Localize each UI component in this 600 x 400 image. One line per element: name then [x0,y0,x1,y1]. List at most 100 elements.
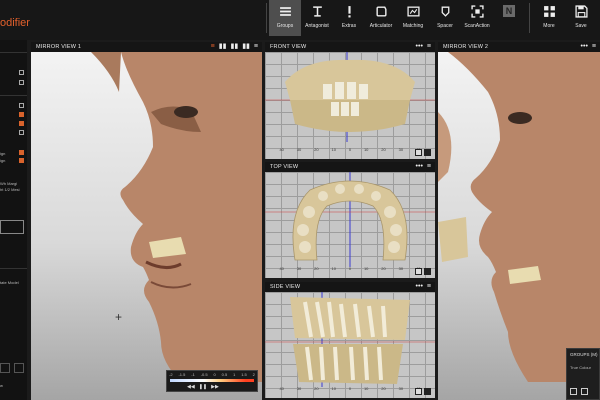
axis-tick: 20 [381,386,386,391]
scale-tick: 0.5 [221,372,228,377]
panel-divider [0,52,27,53]
option-label: ign [0,151,6,156]
dental-arch-top [265,172,435,267]
app-title: odifier [0,17,30,29]
dental-arch-front [265,52,435,142]
menu-icon[interactable]: ≡ [427,163,431,171]
save-icon [574,5,588,18]
option-checkbox-checked[interactable] [19,150,24,155]
more-button[interactable]: More [533,0,565,36]
more-icon[interactable]: ••• [416,43,423,51]
axis-tick: 40 [279,266,284,271]
face-profile-image [91,52,262,382]
antagonist-button[interactable]: Antagonist [301,0,333,36]
option-label: ht 1/2 Mesi [0,187,20,192]
axis-tick: 20 [314,147,319,152]
groups-panel: GROUPS (M) True Colour [566,348,600,400]
side-view[interactable]: SIDE VIEW ••• ≡ 40 30 20 10 0 10 20 30 4… [265,282,435,398]
option-checkbox[interactable] [19,130,24,135]
option-checkbox-checked[interactable] [19,112,24,117]
axis-tick: 10 [363,147,369,152]
menu-icon[interactable]: ≡ [427,283,431,291]
rewind-icon[interactable]: ◀◀ [187,384,195,390]
scale-tick: 0 [213,372,216,377]
axis-tick: 20 [381,266,386,271]
toolbar-right-group: More Save [533,0,600,36]
save-button[interactable]: Save [565,0,597,36]
layout-icon[interactable]: ▮▮ [219,43,227,51]
value-field[interactable] [0,220,24,234]
more-icon[interactable]: ••• [416,163,423,171]
front-view[interactable]: FRONT VIEW ••• ≡ 40 30 20 10 0 10 20 30 … [265,42,435,159]
menu-icon[interactable]: ≡ [427,43,431,51]
group-toggle-icon[interactable] [581,388,588,395]
matching-button[interactable]: Matching [397,0,429,36]
extras-button[interactable]: Extras [333,0,365,36]
viewport-title: MIRROR VIEW 2 [443,44,489,50]
layout-icon[interactable]: ▮▮ [230,43,238,51]
scale-gradient [170,379,254,382]
side-view-render[interactable]: 40 30 20 10 0 10 20 30 40 [265,292,435,398]
small-button[interactable] [14,363,24,373]
axis-tick: 30 [296,266,302,271]
option-checkbox[interactable] [19,70,24,75]
top-view[interactable]: TOP VIEW ••• ≡ 40 30 20 10 0 10 20 30 40 [265,162,435,278]
scale-tick: -0.5 [200,372,208,377]
view-toggle-buttons [415,268,431,275]
viewport-title: TOP VIEW [270,164,299,170]
menu-icon[interactable]: ≡ [592,43,596,51]
forward-icon[interactable]: ▶▶ [211,384,219,390]
n-tool-button[interactable]: N [493,0,525,36]
axis-tick: 30 [398,147,404,152]
left-side-panel: ign ign Wh Margi ht 1/2 Mesi tate Model … [0,40,27,400]
toolbar-separator [266,3,267,33]
articulator-button[interactable]: Articulator [365,0,397,36]
view-toggle-buttons [415,388,431,395]
layout-icon[interactable]: ▮▮ [242,43,250,51]
axis-tick: 20 [314,386,319,391]
viewport-title: MIRROR VIEW 1 [36,44,82,50]
option-checkbox-checked[interactable] [19,158,24,163]
scanaction-button[interactable]: ScanAction [461,0,493,36]
option-checkbox[interactable] [19,103,24,108]
top-view-render[interactable]: 40 30 20 10 0 10 20 30 40 [265,172,435,278]
viewport-title: SIDE VIEW [270,284,301,290]
viewport-header: MIRROR VIEW 2 ••• ≡ [438,42,600,52]
view-toggle-button[interactable] [424,149,431,156]
groups-title: GROUPS (M) [570,352,598,357]
pause-icon[interactable]: ❚❚ [199,384,207,390]
axis-tick: 40 [279,386,284,391]
view-toggle-button[interactable] [424,268,431,275]
axis-tick: 30 [296,386,302,391]
small-button[interactable] [0,363,10,373]
spacer-button[interactable]: Spacer [429,0,461,36]
view-toggle-button[interactable] [415,388,422,395]
option-label: ign [0,158,6,163]
more-icon[interactable]: ••• [581,43,588,51]
n-icon: N [503,5,515,17]
view-toggle-buttons [415,149,431,156]
menu-icon[interactable]: ≡ [254,43,258,51]
groups-label: Groups [276,23,294,29]
articulator-label: Articulator [369,23,393,29]
view-toggle-button[interactable] [415,149,422,156]
mirror-view-1[interactable]: MIRROR VIEW 1 ≡ ▮▮ ▮▮ ▮▮ ≡ + [31,42,262,400]
mirror-view-2[interactable]: MIRROR VIEW 2 ••• ≡ [438,42,600,400]
view-toggle-button[interactable] [424,388,431,395]
list-icon[interactable]: ≡ [211,43,215,51]
groups-button[interactable]: Groups [269,0,301,36]
view-toggle-button[interactable] [415,268,422,275]
group-toggle-icon[interactable] [570,388,577,395]
scanaction-label: ScanAction [464,23,490,29]
option-checkbox[interactable] [19,80,24,85]
face-scan-render[interactable]: + [31,52,262,400]
more-icon[interactable]: ••• [416,283,423,291]
axis-tick: 10 [331,266,336,271]
front-view-render[interactable]: 40 30 20 10 0 10 20 30 40 [265,52,435,159]
scale-ticks: -2 -1.5 -1 -0.5 0 0.5 1 1.5 2 [169,372,255,377]
axis-tick: 0 [348,147,352,152]
option-checkbox-checked[interactable] [19,121,24,126]
viewport-header: MIRROR VIEW 1 ≡ ▮▮ ▮▮ ▮▮ ≡ [31,42,262,52]
groups-item[interactable]: True Colour [570,365,591,370]
viewport-controls: ••• ≡ [416,43,431,51]
